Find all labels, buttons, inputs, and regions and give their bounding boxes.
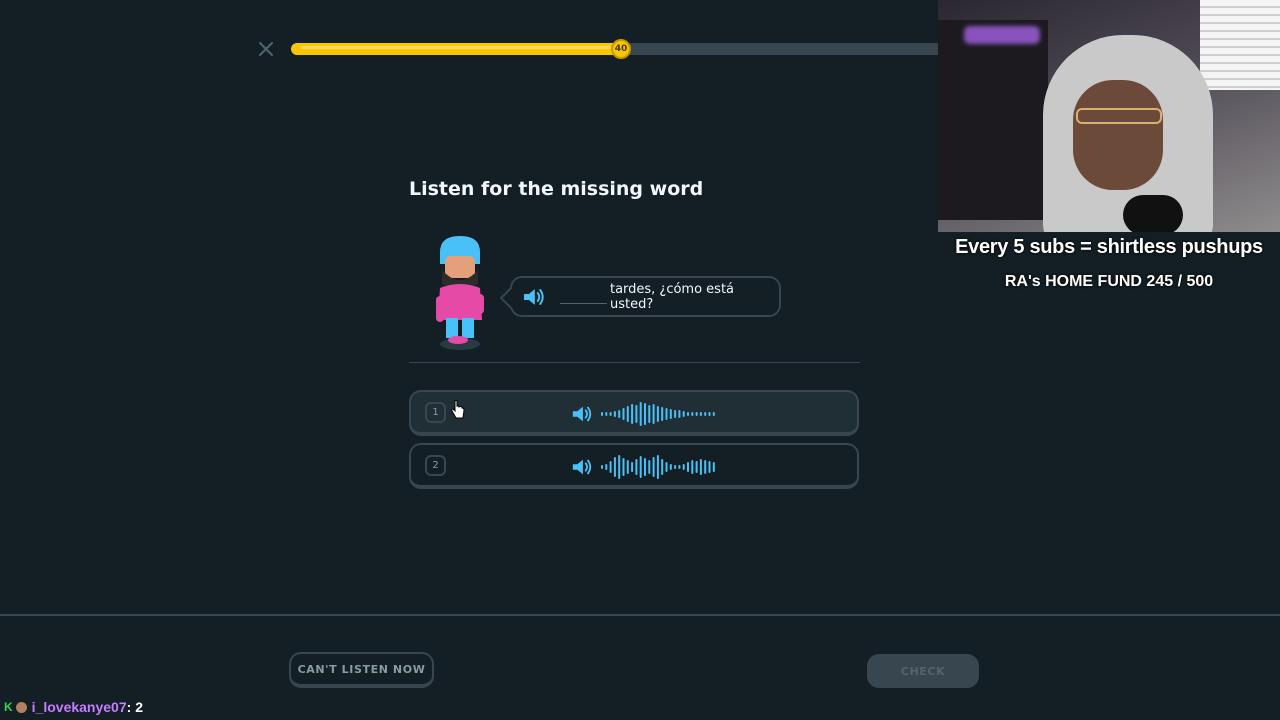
- audio-option-1[interactable]: 1: [409, 390, 859, 436]
- waveform-bar: [618, 455, 621, 479]
- stream-chat-message: K i_lovekanye07 : 2: [4, 698, 143, 716]
- waveform-bar: [601, 465, 603, 469]
- waveform-icon: [601, 455, 715, 479]
- waveform-icon: [601, 402, 715, 426]
- waveform-bar: [695, 461, 698, 473]
- waveform-bar: [704, 412, 707, 416]
- waveform-bar: [674, 410, 677, 418]
- close-icon: [259, 42, 273, 56]
- speech-bubble: tardes, ¿cómo está usted?: [510, 276, 781, 317]
- waveform-bar: [644, 458, 646, 476]
- footer-divider: [0, 614, 1280, 616]
- waveform-bar: [631, 462, 634, 472]
- waveform-bar: [613, 411, 616, 417]
- waveform-bar: [605, 464, 608, 470]
- webcam-shelf: [938, 20, 1048, 220]
- waveform-bar: [622, 458, 625, 476]
- waveform-bar: [678, 410, 681, 418]
- waveform-bar: [708, 412, 711, 416]
- check-button[interactable]: CHECK: [867, 654, 979, 688]
- webcam-streamer-face: [1073, 80, 1163, 190]
- waveform-bar: [699, 412, 702, 416]
- waveform-bar: [609, 412, 612, 416]
- waveform-bar: [648, 460, 651, 474]
- audio-option-2[interactable]: 2: [409, 443, 859, 489]
- sentence-text: tardes, ¿cómo está usted?: [609, 281, 735, 312]
- waveform-bar: [695, 412, 698, 416]
- waveform-bar: [639, 456, 642, 478]
- waveform-bar: [639, 402, 642, 426]
- hand-cursor-icon: [451, 400, 465, 419]
- kick-badge-icon: K: [4, 700, 13, 714]
- chat-message-text: : 2: [126, 699, 143, 715]
- stream-fund-goal: RA's HOME FUND 245 / 500: [1004, 273, 1214, 290]
- webcam-neon-sign: [964, 26, 1040, 44]
- waveform-bar: [665, 462, 668, 472]
- waveform-bar: [661, 407, 664, 421]
- waveform-bar: [704, 460, 707, 474]
- cant-listen-button[interactable]: CAN'T LISTEN NOW: [289, 652, 434, 688]
- waveform-bar: [613, 457, 616, 477]
- waveform-bar: [656, 455, 659, 479]
- chat-username: i_lovekanye07: [31, 699, 127, 715]
- close-button[interactable]: [256, 39, 276, 59]
- speaker-icon: [572, 406, 592, 422]
- waveform-bar: [622, 408, 625, 420]
- waveform-bar: [626, 460, 629, 474]
- waveform-bar: [656, 406, 659, 422]
- character-illustration: [436, 236, 484, 350]
- waveform-bar: [635, 405, 638, 423]
- waveform-bar: [678, 465, 681, 469]
- lesson-progress-bar: 40: [291, 39, 951, 59]
- missing-word-blank: [559, 290, 607, 304]
- waveform-bar: [618, 410, 621, 418]
- streak-badge: 40: [611, 39, 631, 59]
- waveform-bar: [609, 461, 612, 473]
- streak-count: 40: [614, 44, 628, 54]
- webcam-overlay: [938, 0, 1280, 232]
- waveform-bar: [669, 464, 672, 470]
- waveform-bar: [708, 461, 711, 473]
- audio-clip: [571, 402, 719, 426]
- progress-fill: [291, 43, 621, 55]
- audio-clip: [571, 455, 719, 479]
- waveform-bar: [648, 405, 651, 423]
- waveform-bar: [691, 460, 694, 474]
- waveform-bar: [712, 462, 715, 472]
- waveform-bar: [687, 412, 689, 416]
- waveform-bar: [687, 462, 689, 472]
- option-number: 2: [425, 455, 446, 476]
- speaker-icon: [572, 459, 592, 475]
- divider: [409, 362, 860, 363]
- waveform-bar: [669, 409, 672, 419]
- waveform-bar: [601, 412, 603, 416]
- waveform-bar: [644, 403, 646, 425]
- waveform-bar: [691, 412, 694, 416]
- waveform-bar: [674, 465, 677, 469]
- waveform-bar: [652, 457, 655, 477]
- waveform-bar: [631, 404, 634, 424]
- waveform-bar: [682, 411, 685, 417]
- waveform-bar: [699, 459, 702, 475]
- waveform-bar: [712, 412, 715, 416]
- avatar: [15, 701, 27, 713]
- stream-subs-goal: Every 5 subs = shirtless pushups: [955, 236, 1263, 258]
- waveform-bar: [652, 404, 655, 424]
- waveform-bar: [635, 459, 638, 475]
- option-number: 1: [425, 402, 446, 423]
- webcam-microphone: [1123, 195, 1183, 232]
- waveform-bar: [682, 464, 685, 470]
- exercise-title: Listen for the missing word: [409, 178, 704, 200]
- webcam-streamer-glasses: [1076, 108, 1162, 124]
- webcam-window-blinds: [1200, 0, 1280, 90]
- speaker-icon[interactable]: [522, 287, 546, 307]
- waveform-bar: [661, 459, 664, 475]
- waveform-bar: [605, 412, 608, 416]
- waveform-bar: [626, 406, 629, 422]
- waveform-bar: [665, 408, 668, 420]
